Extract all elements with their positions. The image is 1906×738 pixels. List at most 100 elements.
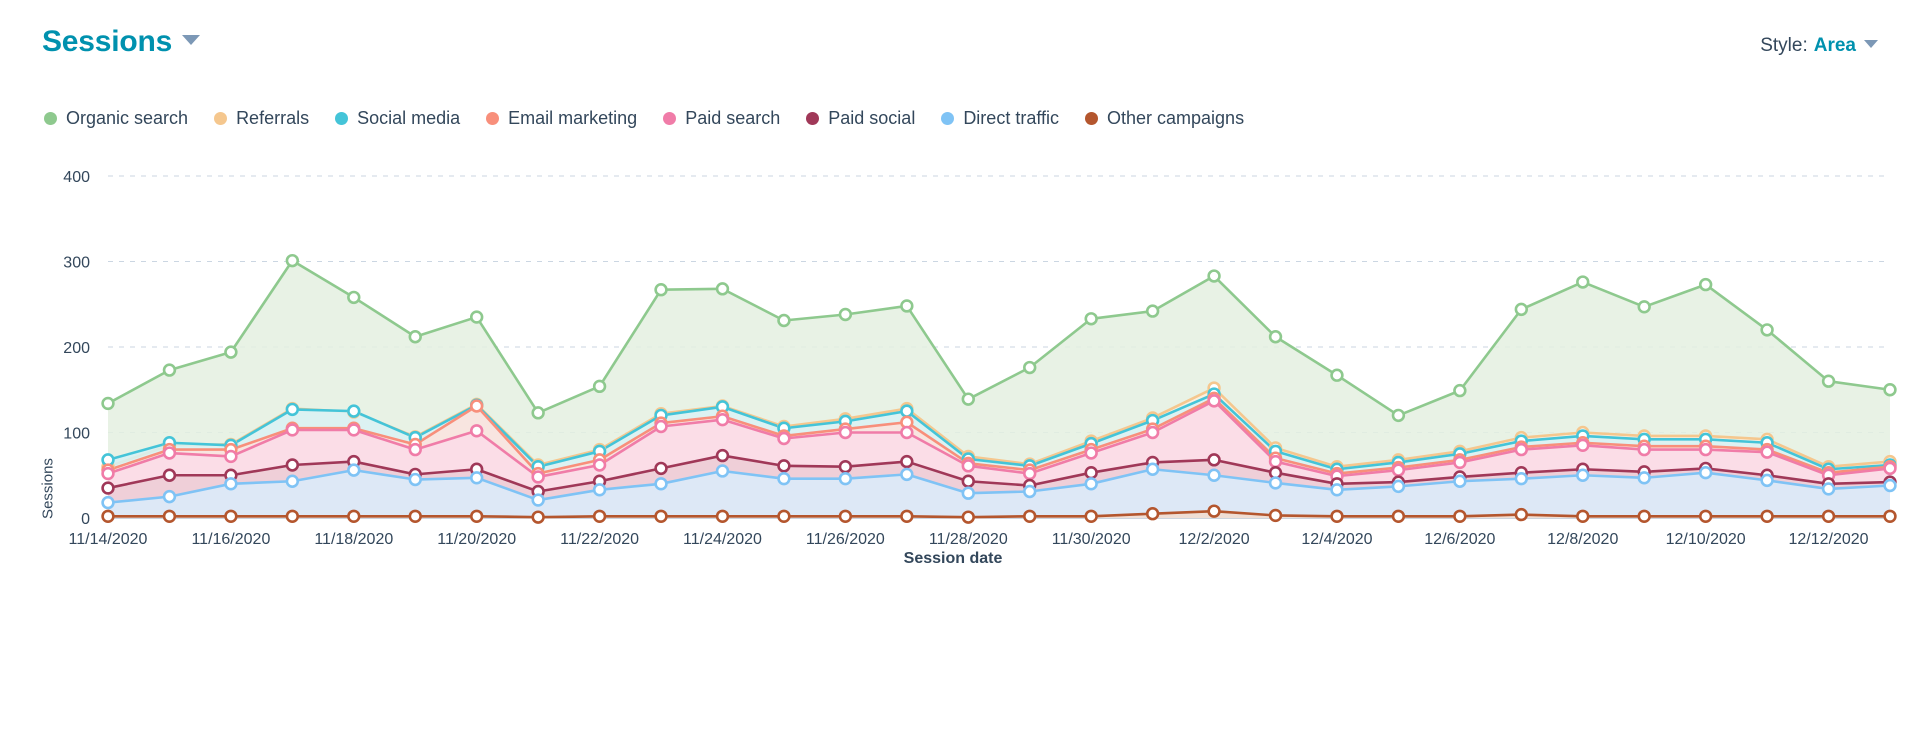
- data-point-marker[interactable]: [469, 310, 484, 324]
- data-point-marker[interactable]: [1084, 477, 1098, 491]
- data-point-marker[interactable]: [531, 406, 545, 420]
- legend-item[interactable]: Email marketing: [486, 107, 637, 129]
- data-point-marker[interactable]: [1084, 465, 1098, 480]
- data-point-marker[interactable]: [1698, 509, 1713, 523]
- data-point-marker[interactable]: [961, 474, 975, 488]
- data-point-marker[interactable]: [162, 509, 177, 523]
- data-point-marker[interactable]: [1391, 479, 1406, 494]
- data-point-marker[interactable]: [1637, 442, 1651, 457]
- data-point-marker[interactable]: [654, 461, 668, 476]
- data-point-marker[interactable]: [1207, 269, 1221, 283]
- data-point-marker[interactable]: [1883, 461, 1897, 476]
- data-point-marker[interactable]: [1453, 474, 1467, 488]
- data-point-marker[interactable]: [838, 460, 853, 474]
- legend-item[interactable]: Organic search: [44, 107, 188, 129]
- data-point-marker[interactable]: [900, 425, 914, 440]
- legend-item[interactable]: Social media: [335, 107, 460, 129]
- data-point-marker[interactable]: [408, 442, 422, 457]
- data-point-marker[interactable]: [1637, 509, 1651, 523]
- data-point-marker[interactable]: [1637, 300, 1651, 314]
- data-point-marker[interactable]: [285, 474, 300, 488]
- legend-item[interactable]: Paid social: [806, 107, 915, 129]
- data-point-marker[interactable]: [1023, 509, 1037, 523]
- data-point-marker[interactable]: [1084, 509, 1098, 523]
- data-point-marker[interactable]: [838, 425, 853, 440]
- data-point-marker[interactable]: [1207, 394, 1221, 408]
- data-point-marker[interactable]: [1883, 478, 1897, 493]
- data-point-marker[interactable]: [1207, 468, 1221, 482]
- data-point-marker[interactable]: [715, 412, 730, 427]
- data-point-marker[interactable]: [1145, 462, 1160, 476]
- data-point-marker[interactable]: [224, 509, 238, 523]
- data-point-marker[interactable]: [469, 471, 484, 485]
- data-point-marker[interactable]: [1023, 484, 1037, 499]
- data-point-marker[interactable]: [347, 423, 361, 437]
- data-point-marker[interactable]: [1698, 465, 1713, 480]
- data-point-marker[interactable]: [408, 330, 422, 344]
- data-point-marker[interactable]: [900, 509, 914, 523]
- data-point-marker[interactable]: [961, 459, 975, 473]
- data-point-marker[interactable]: [531, 493, 545, 507]
- data-point-marker[interactable]: [961, 486, 975, 500]
- data-point-marker[interactable]: [715, 448, 730, 463]
- data-point-marker[interactable]: [347, 290, 361, 305]
- data-point-marker[interactable]: [1698, 277, 1713, 292]
- data-point-marker[interactable]: [531, 510, 545, 524]
- data-point-marker[interactable]: [285, 402, 300, 417]
- style-value[interactable]: Area: [1814, 35, 1856, 56]
- data-point-marker[interactable]: [592, 458, 607, 472]
- data-point-marker[interactable]: [1883, 383, 1897, 397]
- data-point-marker[interactable]: [777, 509, 791, 523]
- data-point-marker[interactable]: [838, 471, 853, 486]
- data-point-marker[interactable]: [285, 423, 300, 437]
- data-point-marker[interactable]: [592, 483, 607, 497]
- data-point-marker[interactable]: [1453, 509, 1467, 523]
- data-point-marker[interactable]: [777, 431, 791, 446]
- data-point-marker[interactable]: [1453, 455, 1467, 470]
- data-point-marker[interactable]: [961, 510, 975, 524]
- data-point-marker[interactable]: [654, 477, 668, 491]
- data-point-marker[interactable]: [162, 489, 177, 504]
- data-point-marker[interactable]: [408, 472, 422, 487]
- data-point-marker[interactable]: [1514, 471, 1529, 486]
- data-point-marker[interactable]: [900, 299, 914, 313]
- data-point-marker[interactable]: [285, 509, 300, 523]
- data-point-marker[interactable]: [777, 459, 791, 473]
- data-point-marker[interactable]: [1698, 442, 1713, 457]
- data-point-marker[interactable]: [838, 509, 853, 523]
- data-point-marker[interactable]: [101, 466, 115, 481]
- data-point-marker[interactable]: [531, 470, 545, 484]
- data-point-marker[interactable]: [715, 509, 730, 523]
- data-point-marker[interactable]: [838, 307, 853, 322]
- data-point-marker[interactable]: [224, 449, 238, 464]
- data-point-marker[interactable]: [1391, 463, 1406, 477]
- data-point-marker[interactable]: [1514, 442, 1529, 457]
- data-point-marker[interactable]: [1268, 508, 1283, 523]
- data-point-marker[interactable]: [900, 467, 914, 482]
- data-point-marker[interactable]: [1084, 312, 1098, 326]
- data-point-marker[interactable]: [1391, 408, 1406, 423]
- data-point-marker[interactable]: [1576, 438, 1590, 453]
- data-point-marker[interactable]: [1207, 453, 1221, 467]
- data-point-marker[interactable]: [592, 509, 607, 523]
- data-point-marker[interactable]: [1023, 466, 1037, 481]
- data-point-marker[interactable]: [900, 454, 914, 469]
- data-point-marker[interactable]: [715, 464, 730, 478]
- data-point-marker[interactable]: [1514, 507, 1529, 522]
- data-point-marker[interactable]: [1760, 473, 1774, 488]
- data-point-marker[interactable]: [900, 404, 914, 418]
- data-point-marker[interactable]: [592, 379, 607, 394]
- data-point-marker[interactable]: [1514, 302, 1529, 317]
- data-point-marker[interactable]: [1883, 509, 1897, 523]
- data-point-marker[interactable]: [1760, 509, 1774, 523]
- data-point-marker[interactable]: [469, 424, 484, 438]
- data-point-marker[interactable]: [1145, 425, 1160, 440]
- data-point-marker[interactable]: [101, 396, 115, 411]
- data-point-marker[interactable]: [347, 404, 361, 418]
- data-point-marker[interactable]: [1268, 454, 1283, 469]
- data-point-marker[interactable]: [1391, 509, 1406, 523]
- data-point-marker[interactable]: [715, 282, 730, 296]
- data-point-marker[interactable]: [1084, 446, 1098, 460]
- chevron-down-icon[interactable]: [1864, 39, 1878, 48]
- data-point-marker[interactable]: [1637, 471, 1651, 485]
